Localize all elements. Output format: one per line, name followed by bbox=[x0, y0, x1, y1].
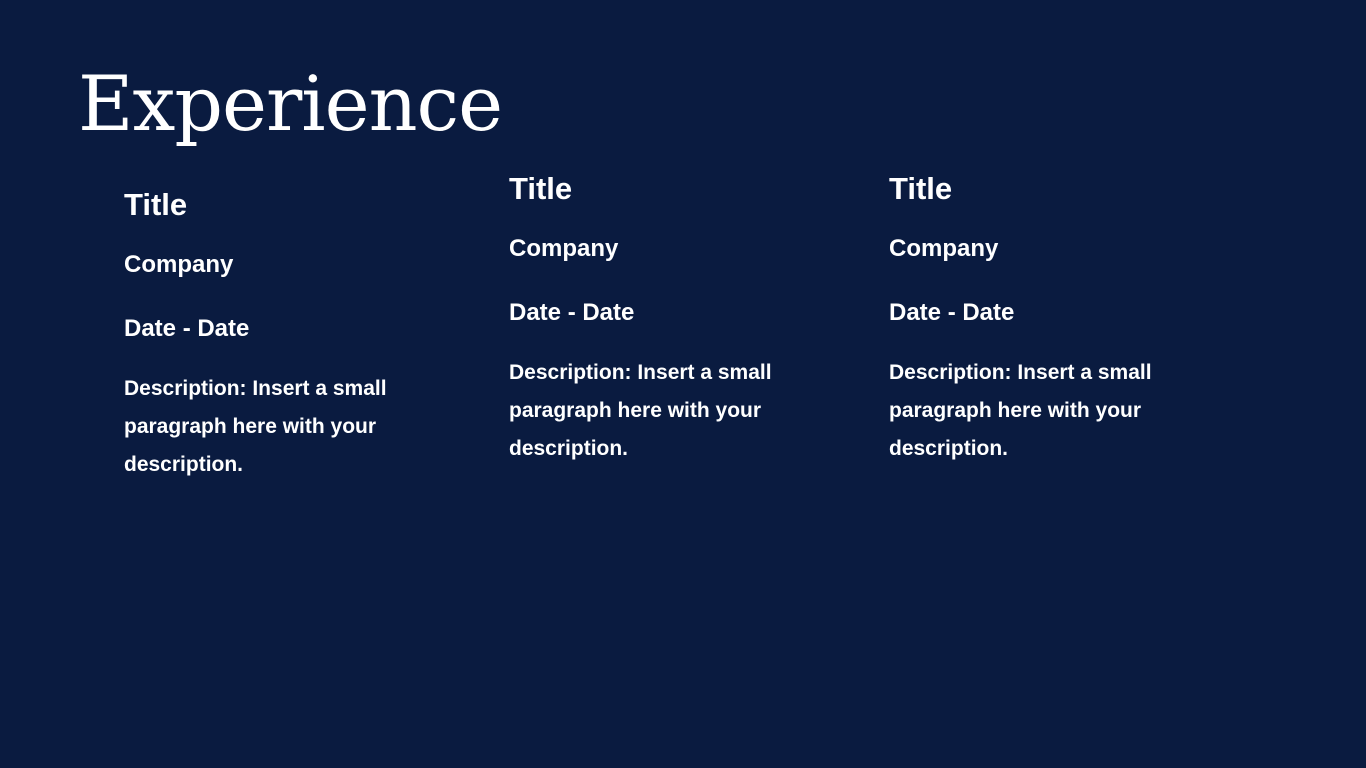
date-range: Date - Date bbox=[889, 299, 1015, 326]
job-description: Description: Insert a small paragraph he… bbox=[509, 361, 772, 460]
date-range: Date - Date bbox=[509, 299, 635, 326]
job-description: Description: Insert a small paragraph he… bbox=[889, 361, 1152, 460]
company-name: Company bbox=[509, 235, 619, 262]
job-title: Title bbox=[889, 171, 953, 206]
date-range: Date - Date bbox=[124, 315, 250, 342]
company-name: Company bbox=[889, 235, 999, 262]
experience-entry-2: Title Company Date - Date Description: I… bbox=[509, 169, 854, 468]
experience-entry-3: Title Company Date - Date Description: I… bbox=[889, 169, 1234, 468]
job-title: Title bbox=[124, 187, 188, 222]
company-name: Company bbox=[124, 251, 234, 278]
experience-entry-1: Title Company Date - Date Description: I… bbox=[124, 185, 469, 484]
page-title: Experience bbox=[78, 59, 503, 148]
job-description: Description: Insert a small paragraph he… bbox=[124, 377, 387, 476]
job-title: Title bbox=[509, 171, 573, 206]
experience-slide: Experience Title Company Date - Date Des… bbox=[0, 0, 1366, 768]
